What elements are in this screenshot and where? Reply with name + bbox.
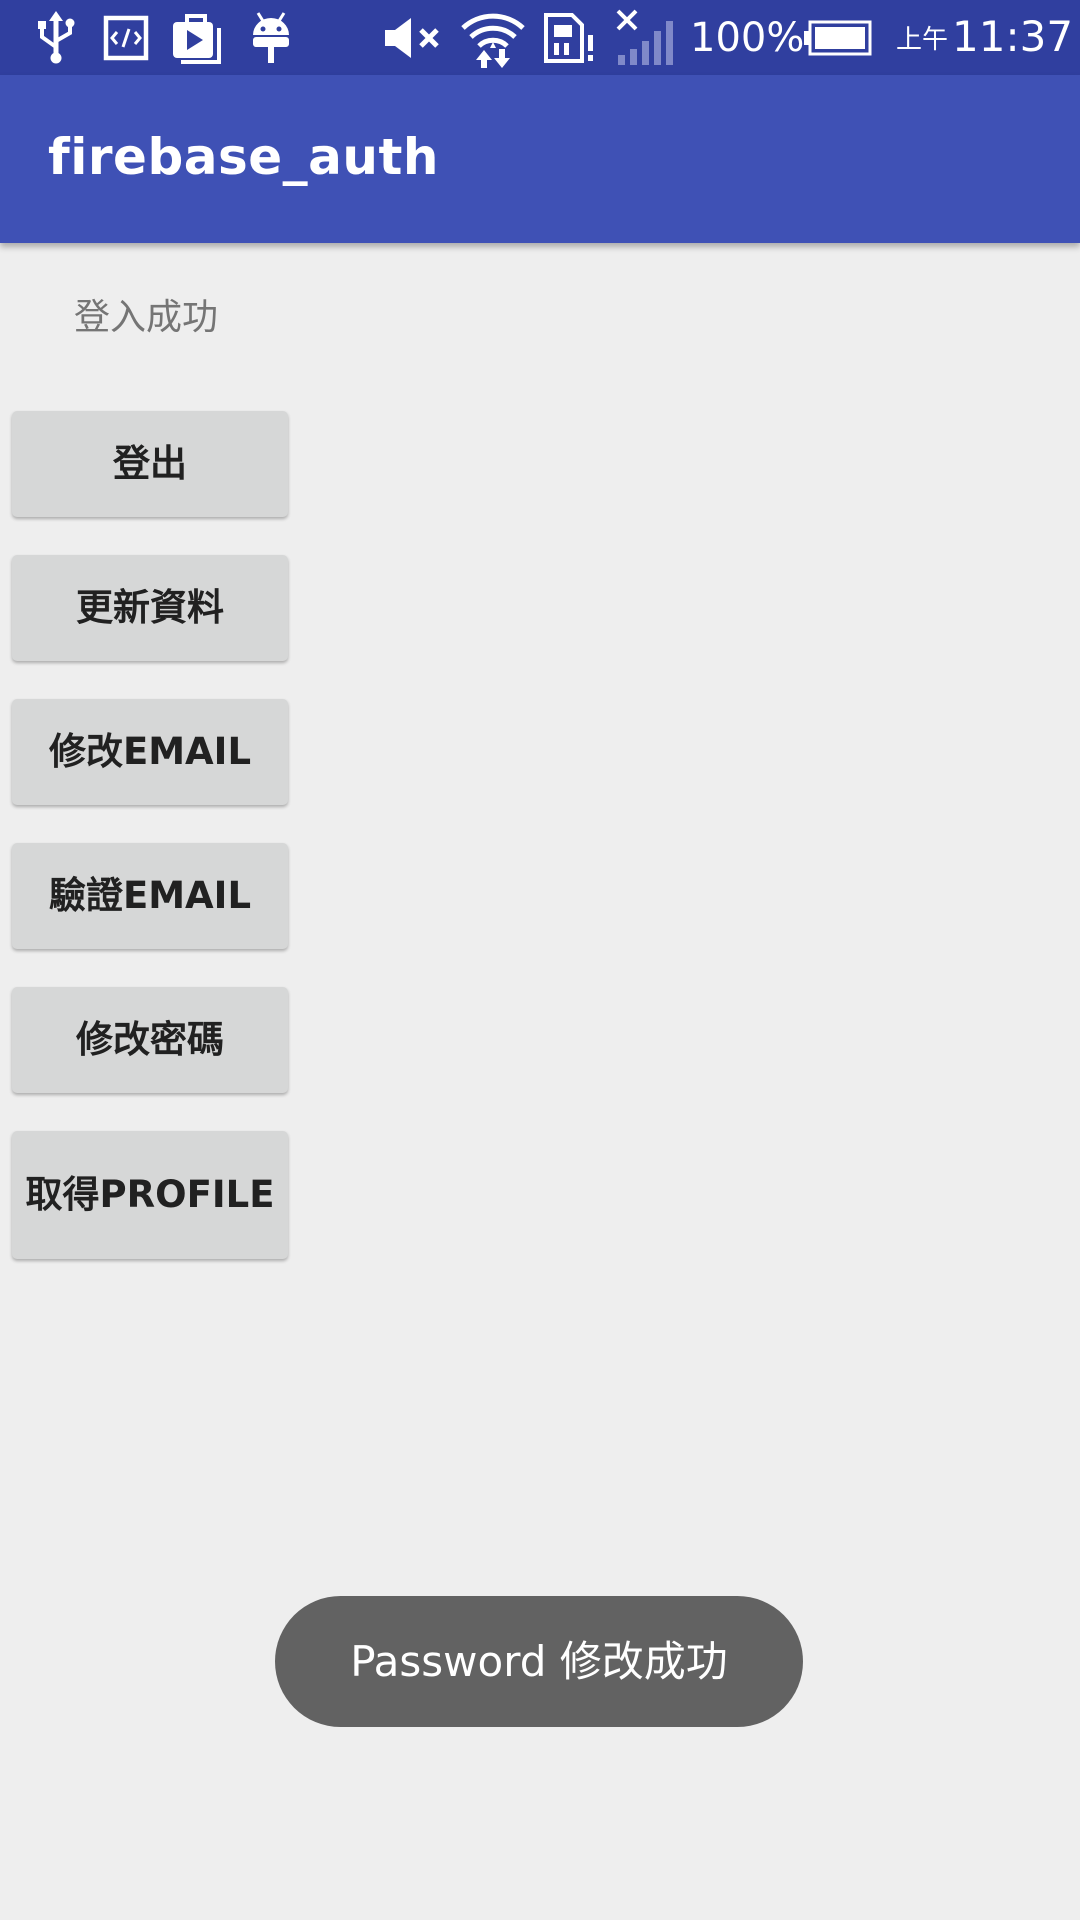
media-icon (170, 10, 228, 66)
wifi-icon (460, 10, 526, 68)
verify-email-button[interactable]: 驗證EMAIL (12, 843, 288, 949)
get-profile-button[interactable]: 取得PROFILE (12, 1131, 288, 1259)
sign-out-button[interactable]: 登出 (12, 411, 288, 517)
usb-icon (30, 10, 82, 66)
toast: Password 修改成功 (275, 1596, 803, 1727)
app-bar: firebase_auth (0, 75, 1080, 243)
developer-mode-icon (101, 10, 151, 66)
battery-icon (804, 10, 872, 66)
action-button-list: 登出 更新資料 修改EMAIL 驗證EMAIL 修改密碼 取得PROFILE (12, 411, 288, 1259)
app-title: firebase_auth (48, 128, 439, 186)
login-status-text: 登入成功 (74, 297, 219, 338)
toast-message: Password 修改成功 (350, 1636, 728, 1686)
update-profile-button[interactable]: 更新資料 (12, 555, 288, 661)
volume-muted-icon (383, 10, 445, 66)
change-password-button[interactable]: 修改密碼 (12, 987, 288, 1093)
clock-period: 上午 (896, 25, 949, 55)
battery-percent: 100% (690, 15, 805, 61)
clock-time: 11:37 (952, 12, 1074, 61)
android-debug-icon (246, 10, 296, 66)
signal-icon (614, 9, 676, 66)
sim-alert-icon (542, 10, 598, 66)
status-bar: 100% 上午 11:37 (0, 0, 1080, 75)
change-email-button[interactable]: 修改EMAIL (12, 699, 288, 805)
